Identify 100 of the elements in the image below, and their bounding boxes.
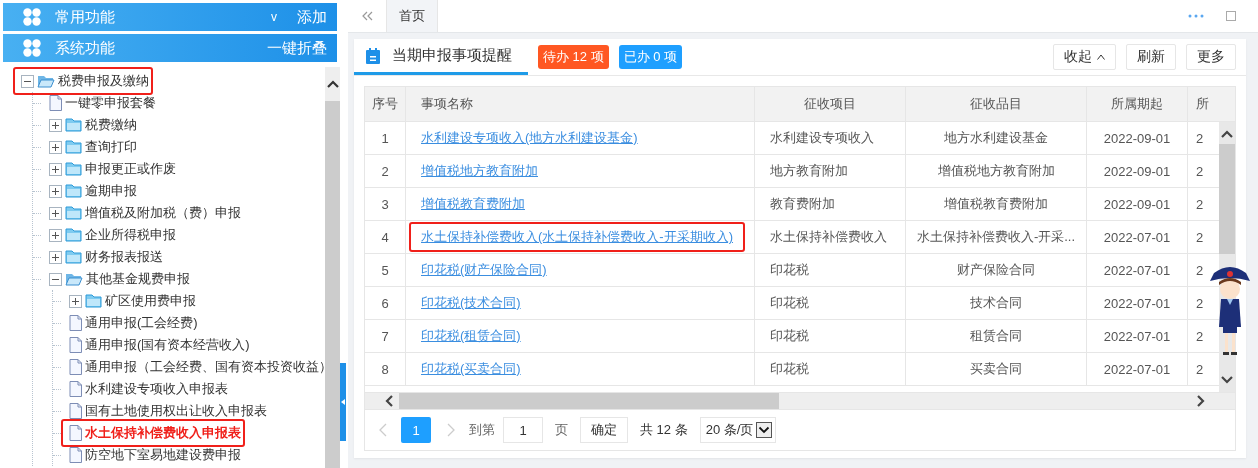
scroll-up-icon[interactable] xyxy=(1221,130,1233,138)
tab[interactable]: 首页 xyxy=(386,0,438,32)
tree-item[interactable]: 财务报表报送 xyxy=(85,248,163,266)
toolbar-button[interactable]: 收起 xyxy=(1053,44,1116,70)
item-link[interactable]: 水利建设专项收入(地方水利建设基金) xyxy=(421,129,638,147)
table-cell: 2 xyxy=(1196,361,1204,377)
column-header[interactable]: 征收项目 xyxy=(755,87,906,121)
scroll-up-icon[interactable] xyxy=(326,80,339,88)
table-cell: 6 xyxy=(381,295,389,311)
table-cell: 2022-09-01 xyxy=(1103,196,1171,212)
item-link[interactable]: 印花税(租赁合同) xyxy=(421,327,521,345)
open-folder-icon xyxy=(65,272,83,286)
tree-item[interactable]: 查询打印 xyxy=(85,138,137,156)
tree-item[interactable]: 增值税及附加税（费）申报 xyxy=(85,204,241,222)
column-header[interactable]: 序号 xyxy=(365,87,406,121)
column-header[interactable]: 所 xyxy=(1188,87,1228,121)
page-input[interactable]: 1 xyxy=(503,417,543,443)
tree-item[interactable]: 矿区使用费申报 xyxy=(105,292,196,310)
table-cell: 2022-07-01 xyxy=(1103,361,1171,377)
folder-icon xyxy=(65,228,82,242)
column-header[interactable]: 所属期起 xyxy=(1087,87,1188,121)
table-cell: 1 xyxy=(381,130,389,146)
table-cell: 财产保险合同 xyxy=(957,261,1035,279)
item-link[interactable]: 印花税(财产保险合同) xyxy=(421,261,547,279)
scroll-right-icon[interactable] xyxy=(1197,395,1205,407)
expand-toggle[interactable] xyxy=(49,250,62,264)
folder-icon xyxy=(65,140,82,154)
table-cell: 增值税地方教育附加 xyxy=(937,162,1055,180)
item-link[interactable]: 增值税地方教育附加 xyxy=(421,162,538,180)
document-icon xyxy=(69,381,82,397)
folder-icon xyxy=(65,118,82,132)
collapse-toggle[interactable] xyxy=(49,272,62,286)
goto-label: 到第 xyxy=(469,421,495,439)
table-cell: 印花税 xyxy=(770,294,809,312)
document-icon xyxy=(49,95,62,111)
tree-item[interactable]: 水土保持补偿费收入申报表 xyxy=(85,424,241,442)
tree-item[interactable]: 通用申报(工会经费) xyxy=(85,314,198,332)
document-icon xyxy=(69,403,82,419)
table-cell: 增值税教育费附加 xyxy=(944,195,1048,213)
total-count: 共 12 条 xyxy=(640,421,688,439)
table-cell: 技术合同 xyxy=(970,294,1022,312)
table-cell: 2 xyxy=(1196,196,1204,212)
tree-item[interactable]: 防空地下室易地建设费申报 xyxy=(85,446,241,464)
table-cell: 2 xyxy=(1196,163,1204,179)
table-cell: 4 xyxy=(381,229,389,245)
tree-item[interactable]: 税费缴纳 xyxy=(85,116,137,134)
calendar-icon xyxy=(366,47,380,64)
scroll-down-icon[interactable] xyxy=(1221,376,1233,384)
expand-toggle[interactable] xyxy=(49,184,62,198)
item-link[interactable]: 印花税(买卖合同) xyxy=(421,360,521,378)
tree-item[interactable]: 通用申报(国有资本经营收入) xyxy=(85,336,250,354)
panel-tab[interactable]: 当期申报事项提醒 xyxy=(354,39,528,75)
item-link[interactable]: 增值税教育费附加 xyxy=(421,195,525,213)
table-cell: 地方水利建设基金 xyxy=(944,129,1048,147)
tree-item[interactable]: 其他基金规费申报 xyxy=(86,270,190,288)
scrollbar[interactable] xyxy=(325,67,340,468)
collapse-handle[interactable] xyxy=(340,363,346,441)
column-header[interactable]: 征收品目 xyxy=(906,87,1087,121)
tree-item[interactable]: 通用申报（工会经费、国有资本投资收益） xyxy=(85,358,325,376)
expand-toggle[interactable] xyxy=(49,140,62,154)
dropdown-icon xyxy=(756,422,773,438)
item-link[interactable]: 水土保持补偿费收入(水土保持补偿费收入-开采期收入) xyxy=(421,229,733,244)
tree-item[interactable]: 一键零申报套餐 xyxy=(65,94,156,112)
expand-toggle[interactable] xyxy=(69,294,82,308)
more-icon[interactable] xyxy=(1188,14,1204,18)
folder-icon xyxy=(65,184,82,198)
tree-item[interactable]: 申报更正或作废 xyxy=(85,160,176,178)
tree-item[interactable]: 国有土地使用权出让收入申报表 xyxy=(85,402,267,420)
tree-item[interactable]: 逾期申报 xyxy=(85,182,137,200)
confirm-button[interactable]: 确定 xyxy=(580,417,628,443)
toolbar-button[interactable]: 刷新 xyxy=(1126,44,1176,70)
table-cell: 3 xyxy=(381,196,389,212)
expand-toggle[interactable] xyxy=(49,228,62,242)
horizontal-scrollbar[interactable] xyxy=(365,392,1235,409)
table-cell: 8 xyxy=(381,361,389,377)
expand-toggle[interactable] xyxy=(49,206,62,220)
tree-item[interactable]: 企业所得税申报 xyxy=(85,226,176,244)
table-cell: 2 xyxy=(1196,130,1204,146)
column-header[interactable]: 事项名称 xyxy=(406,87,755,121)
tree-item[interactable]: 水利建设专项收入申报表 xyxy=(85,380,228,398)
scroll-left-icon[interactable] xyxy=(385,395,393,407)
table-cell: 7 xyxy=(381,328,389,344)
tree-item[interactable]: 税费申报及缴纳 xyxy=(58,72,149,90)
folder-icon xyxy=(65,250,82,264)
toolbar-button[interactable]: 更多 xyxy=(1186,44,1236,70)
item-link[interactable]: 印花税(技术合同) xyxy=(421,294,521,312)
table-cell: 水利建设专项收入 xyxy=(770,129,874,147)
expand-toggle[interactable] xyxy=(49,118,62,132)
document-icon xyxy=(69,337,82,353)
table-cell: 2022-07-01 xyxy=(1103,295,1171,311)
collapse-toggle[interactable] xyxy=(21,74,34,88)
grid-icon xyxy=(23,8,41,26)
table-cell: 水土保持补偿费收入 xyxy=(770,228,887,246)
folder-icon xyxy=(85,294,102,308)
page-size-select[interactable]: 20 条/页 xyxy=(699,417,777,443)
table-cell: 2 xyxy=(381,163,389,179)
panel-title: 当期申报事项提醒 xyxy=(392,46,512,65)
expand-toggle[interactable] xyxy=(49,162,62,176)
document-icon xyxy=(69,425,82,441)
table-cell: 2022-07-01 xyxy=(1103,328,1171,344)
